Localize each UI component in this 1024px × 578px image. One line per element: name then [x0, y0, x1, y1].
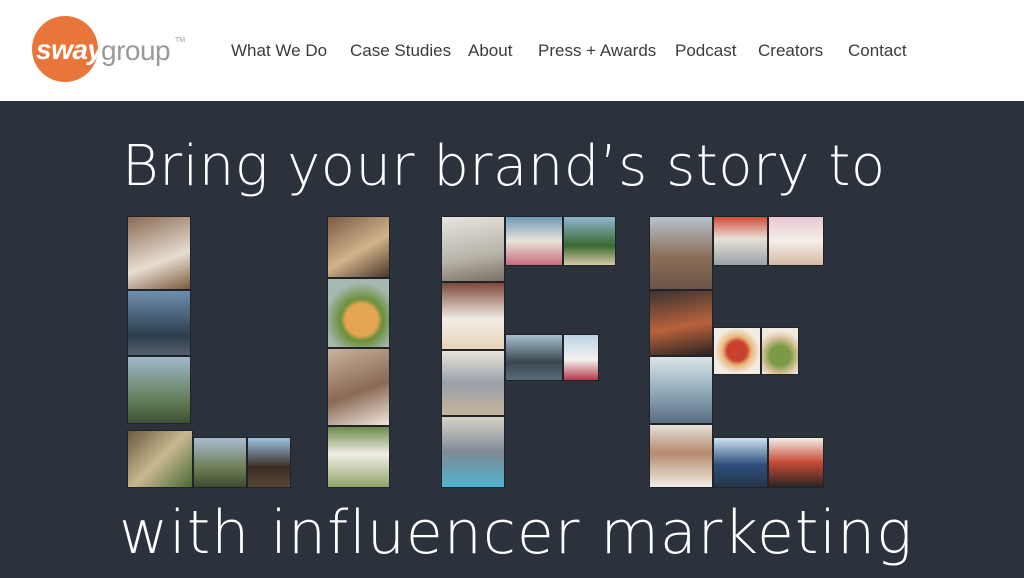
photo-tile	[127, 430, 193, 488]
photo-tile	[327, 216, 390, 278]
photo-tile	[649, 216, 713, 290]
life-photo-collage	[0, 0, 1024, 578]
photo-tile	[768, 216, 824, 266]
photo-tile	[563, 334, 599, 381]
photo-tile	[441, 216, 505, 282]
photo-tile	[127, 216, 191, 290]
photo-tile	[713, 327, 761, 375]
photo-tile	[505, 216, 563, 266]
photo-tile	[649, 424, 713, 488]
hero-headline-bottom: with influencer marketing	[119, 498, 914, 568]
photo-tile	[649, 356, 713, 424]
photo-tile	[327, 348, 390, 426]
photo-tile	[761, 327, 799, 375]
photo-tile	[768, 437, 824, 488]
photo-tile	[441, 416, 505, 488]
photo-tile	[713, 437, 768, 488]
photo-tile	[193, 437, 247, 488]
photo-tile	[505, 334, 563, 381]
photo-tile	[247, 437, 291, 488]
photo-tile	[127, 356, 191, 424]
photo-tile	[127, 290, 191, 356]
photo-tile	[563, 216, 616, 266]
photo-tile	[441, 282, 505, 350]
photo-tile	[441, 350, 505, 416]
photo-tile	[649, 290, 713, 356]
photo-tile	[327, 278, 390, 348]
photo-tile	[327, 426, 390, 488]
photo-tile	[713, 216, 768, 266]
